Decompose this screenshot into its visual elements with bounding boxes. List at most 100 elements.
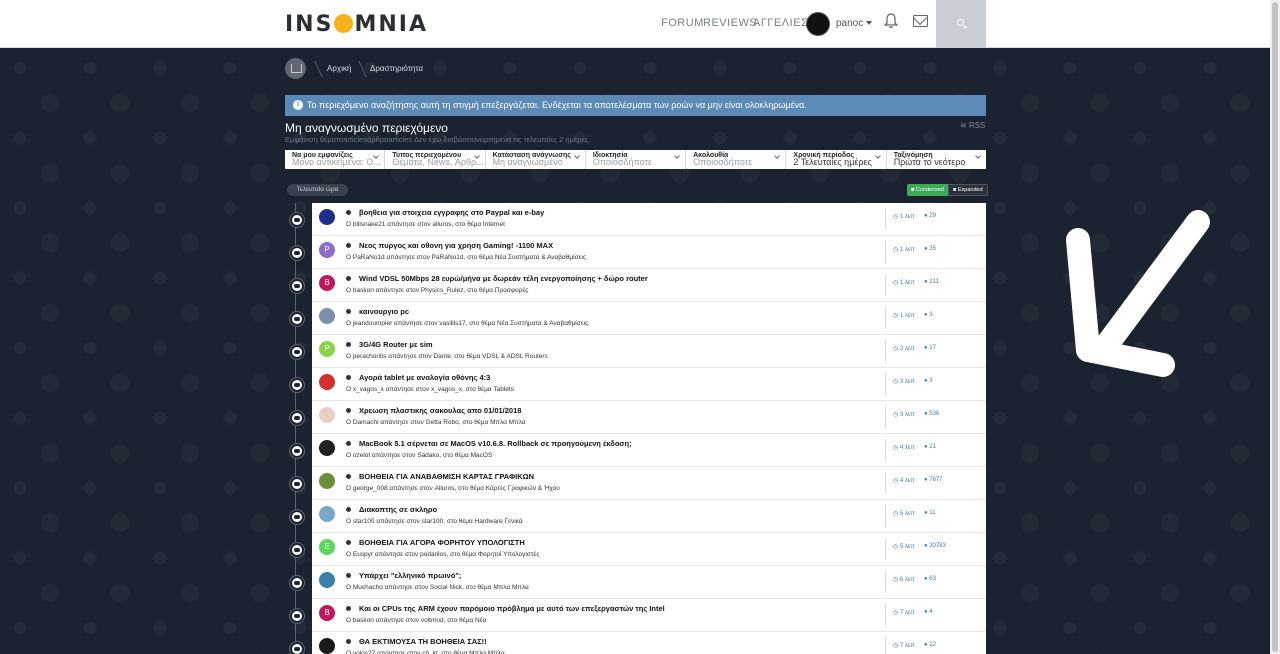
avatar[interactable]: B — [319, 275, 335, 291]
comment-icon — [290, 510, 304, 524]
filter-ownership[interactable]: Ιδιοκτησία Οποιοσδήποτε — [586, 150, 687, 169]
expanded-view-button[interactable]: ■ Expanded — [948, 184, 988, 196]
filter-value: Μόνο αντικείμενα: Ο... — [292, 157, 381, 167]
chevron-down-icon[interactable] — [866, 21, 872, 25]
topic-title[interactable]: ΒΟΗΘΕΙΑ ΓΙΑ ΑΝΑΒΑΘΜΙΣΗ ΚΑΡΤΑΣ ΓΡΑΦΙΚΩΝ — [359, 472, 534, 481]
reply-count: 35 — [929, 246, 936, 252]
replies-stat: ● 3 — [924, 312, 933, 318]
topic-title[interactable]: 3G/4G Router με sim — [359, 340, 433, 349]
topic-title[interactable]: Αγορά tablet με αναλογία οθόνης 4:3 — [359, 373, 490, 382]
unread-indicator — [346, 342, 351, 347]
filter-content-type[interactable]: Τύπος περιεχομένου Θέματα, News, Άρθρ... — [385, 150, 486, 169]
activity-row[interactable]: ΘΑ ΕΚΤΙΜΟΥΣΑ ΤΗ ΒΟΗΘΕΙΑ ΣΑΣ!! O volos27 α… — [290, 632, 986, 654]
activity-row[interactable]: Χρεωση πλαστικης σακουλας απο 01/01/2018… — [290, 401, 986, 434]
topic-meta: O star100 απάντησε στον star100, στο θέμ… — [346, 518, 523, 525]
avatar[interactable] — [319, 572, 335, 588]
reply-count: 3 — [929, 378, 933, 384]
rss-label: RSS — [968, 121, 986, 130]
topic-title[interactable]: Wind VDSL 50Mbps 28 ευρώ/μήνα με δωρεάν … — [359, 274, 648, 283]
activity-row[interactable]: B Και οι CPUs της ARM έχουν παρόμοιο πρόβ… — [290, 599, 986, 632]
nav-forum[interactable]: FORUM — [661, 17, 704, 29]
scrollbar[interactable] — [1270, 0, 1280, 654]
topic-title[interactable]: Διακοπτης σε σκληρο — [359, 505, 437, 514]
activity-row[interactable]: Υπάρχει "ελληνικό πρωινό"; O Muchacho απά… — [290, 566, 986, 599]
time-ago: 6 λεπ — [899, 577, 915, 583]
comment-icon — [290, 642, 304, 654]
annotation-arrow — [1066, 210, 1210, 377]
time-stat: ◷ 5 λεπ — [893, 511, 915, 517]
topic-title[interactable]: Και οι CPUs της ARM έχουν παρόμοιο πρόβλ… — [359, 604, 665, 613]
unread-indicator — [346, 507, 351, 512]
topic-meta: O volos27 απάντησε στον ch_kt, στο θέμα … — [346, 650, 505, 654]
activity-row[interactable]: E ΒΟΗΘΕΙΑ ΓΙΑ ΑΓΟΡΑ ΦΟΡΗΤΟΥ ΥΠΟΛΟΓΙΣΤΗ O E… — [290, 533, 986, 566]
comment-icon — [290, 246, 304, 260]
activity-row[interactable]: ΒΟΗΘΕΙΑ ΓΙΑ ΑΝΑΒΑΘΜΙΣΗ ΚΑΡΤΑΣ ΓΡΑΦΙΚΩΝ O … — [290, 467, 986, 500]
time-ago: 1 λεπ — [899, 247, 915, 253]
avatar[interactable] — [319, 209, 335, 225]
filter-show-me[interactable]: Να μου εμφανίζεις Μόνο αντικείμενα: Ο... — [285, 150, 386, 169]
avatar[interactable] — [319, 638, 335, 654]
time-group-label: Τελευταία ώρα — [287, 184, 348, 196]
condensed-view-button[interactable]: ■ Condensed — [907, 184, 948, 196]
avatar[interactable]: P — [319, 242, 335, 258]
topic-title[interactable]: Νεος πυργος και οθονη για χρηση Gaming! … — [359, 241, 553, 250]
topic-title[interactable]: ΒΟΗΘΕΙΑ ΓΙΑ ΑΓΟΡΑ ΦΟΡΗΤΟΥ ΥΠΟΛΟΓΙΣΤΗ — [359, 538, 525, 547]
comment-icon — [290, 345, 304, 359]
topic-stats: ◷ 5 λεπ ● 30783 — [885, 538, 946, 560]
topic-meta: O billsnake21 απάντησε στον alluros, στο… — [346, 221, 505, 228]
topic-title[interactable]: βοηθεια για στοιχεια εγγραφης στο Paypal… — [359, 208, 544, 217]
avatar[interactable]: B — [319, 605, 335, 621]
expanded-label: Expanded — [957, 187, 983, 193]
topic-title[interactable]: ΘΑ ΕΚΤΙΜΟΥΣΑ ΤΗ ΒΟΗΘΕΙΑ ΣΑΣ!! — [359, 637, 487, 646]
avatar[interactable] — [319, 407, 335, 423]
activity-row[interactable]: καινουργιο pc O jeandoumpier απάντησε στο… — [290, 302, 986, 335]
nav-classifieds[interactable]: ΑΓΓΕΛΙΕΣ — [753, 17, 808, 29]
topic-stats: ◷ 1 λεπ ● 35 — [885, 241, 936, 263]
breadcrumb-home[interactable]: Αρχική — [327, 64, 351, 73]
filter-read-status[interactable]: Κατάσταση ανάγνωσης Μη αναγνωσμένο — [486, 150, 586, 169]
reply-count: 536 — [929, 411, 940, 417]
time-ago: 7 λεπ — [899, 643, 915, 649]
rss-link[interactable]: ≋ RSS — [960, 121, 985, 130]
username[interactable]: panoc — [836, 18, 863, 29]
time-stat: ◷ 4 λεπ — [893, 445, 915, 451]
activity-row[interactable]: MacBook 5.1 σέρνεται σε MacOS v10.6.8. R… — [290, 434, 986, 467]
time-ago: 7 λεπ — [899, 610, 915, 616]
topic-title[interactable]: Υπάρχει "ελληνικό πρωινό"; — [359, 571, 461, 580]
avatar[interactable] — [319, 506, 335, 522]
unread-indicator — [346, 573, 351, 578]
activity-row[interactable]: Αγορά tablet με αναλογία οθόνης 4:3 O x_v… — [290, 368, 986, 401]
filter-time-period[interactable]: Χρονική περίοδος 2 Τελευταίες ημέρες — [786, 150, 887, 169]
replies-stat: ● 21 — [924, 444, 936, 450]
topic-title[interactable]: Χρεωση πλαστικης σακουλας απο 01/01/2018 — [359, 406, 521, 415]
user-avatar[interactable] — [806, 12, 830, 36]
topic-title[interactable]: MacBook 5.1 σέρνεται σε MacOS v10.6.8. R… — [359, 439, 632, 448]
topic-meta: O baskon απάντησε στον voltmod, στο θέμα… — [346, 617, 487, 624]
avatar[interactable] — [319, 308, 335, 324]
search-button[interactable] — [936, 0, 986, 48]
avatar[interactable]: E — [319, 539, 335, 555]
home-icon[interactable] — [285, 58, 306, 79]
replies-stat: ● 12 — [924, 642, 936, 648]
avatar[interactable]: P — [319, 341, 335, 357]
activity-row[interactable]: P 3G/4G Router με sim O perachoritis απάντ… — [290, 335, 986, 368]
filter-following[interactable]: Ακολουθία Οποιοσδήποτε — [686, 150, 787, 169]
activity-row[interactable]: Διακοπτης σε σκληρο O star100 απάντησε στ… — [290, 500, 986, 533]
envelope-icon[interactable] — [913, 15, 928, 27]
topic-meta: O ozelot απάντησε στον Sadako, στο θέμα … — [346, 452, 493, 459]
activity-row[interactable]: βοηθεια για στοιχεια εγγραφης στο Paypal… — [290, 203, 986, 236]
topic-title[interactable]: καινουργιο pc — [359, 307, 409, 316]
breadcrumb-activity[interactable]: Δραστηριότητα — [370, 64, 423, 73]
activity-row[interactable]: B Wind VDSL 50Mbps 28 ευρώ/μήνα με δωρεάν… — [290, 269, 986, 302]
activity-row[interactable]: P Νεος πυργος και οθονη για χρηση Gaming!… — [290, 236, 986, 269]
avatar[interactable] — [319, 473, 335, 489]
site-logo[interactable]: INS MNIA — [285, 12, 428, 37]
nav-reviews[interactable]: REVIEWS — [703, 17, 757, 29]
scrollbar-thumb[interactable] — [1272, 2, 1278, 652]
replies-stat: ● 536 — [924, 411, 940, 417]
avatar[interactable] — [319, 374, 335, 390]
bell-icon[interactable] — [884, 13, 898, 29]
filter-sort[interactable]: Ταξινόμηση Πρώτα το νεότερο — [887, 150, 986, 169]
comment-icon — [290, 213, 304, 227]
avatar[interactable] — [319, 440, 335, 456]
